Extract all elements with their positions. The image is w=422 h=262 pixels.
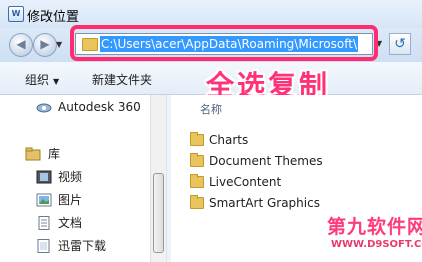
library-icon <box>25 147 41 161</box>
file-name: Charts <box>209 133 249 147</box>
back-arrow-icon[interactable]: ◀ <box>9 33 33 57</box>
organize-menu[interactable]: 组织 ▼ <box>25 71 59 88</box>
sidebar-item-videos[interactable]: 视频 <box>0 167 150 187</box>
folder-icon <box>190 174 204 188</box>
sidebar-item-label: 视频 <box>58 170 83 184</box>
window-title: 修改位置 <box>27 10 80 25</box>
download-icon <box>37 239 50 253</box>
sidebar-item-documents[interactable]: 文档 <box>0 213 150 233</box>
document-icon <box>38 216 50 230</box>
forward-arrow-icon[interactable]: ▶ <box>33 33 57 57</box>
sidebar-item-label: 库 <box>48 147 61 161</box>
sidebar-item-autodesk-360[interactable]: Autodesk 360 <box>0 97 150 117</box>
file-name: SmartArt Graphics <box>209 196 320 210</box>
folder-icon <box>190 195 204 209</box>
watermark-sub-text: WWW.D9SOFT.COM <box>331 239 422 250</box>
app-icon: W <box>8 6 24 22</box>
cloud-icon <box>36 103 52 113</box>
scrollbar-thumb[interactable] <box>153 173 164 253</box>
watermark-logo: 第九软件网 WWW.D9SOFT.COM <box>327 212 422 256</box>
sidebar-item-library[interactable]: 库 <box>0 144 150 164</box>
file-name: Document Themes <box>209 154 323 168</box>
sidebar-item-label: 图片 <box>58 193 83 207</box>
video-icon <box>36 170 52 184</box>
sidebar-scrollbar[interactable] <box>150 95 166 262</box>
history-dropdown-icon[interactable]: ▼ <box>56 40 62 49</box>
organize-label: 组织 <box>25 73 50 87</box>
navigation-pane: Autodesk 360 库 视频 图片 文档 迅雷下载 <box>0 95 165 262</box>
watermark-main-text: 第九软件网 <box>327 216 422 238</box>
folder-icon <box>190 153 204 167</box>
sidebar-item-pictures[interactable]: 图片 <box>0 190 150 210</box>
organize-dropdown-icon: ▼ <box>53 77 60 86</box>
sidebar-item-label: 迅雷下载 <box>58 239 107 253</box>
new-folder-button[interactable]: 新建文件夹 <box>92 71 152 88</box>
address-highlight-box <box>70 25 378 61</box>
column-header-name[interactable]: 名称 <box>200 101 222 117</box>
sidebar-item-label: 文档 <box>58 216 83 230</box>
image-icon <box>36 193 52 207</box>
file-name: LiveContent <box>209 175 282 189</box>
title-bar: W 修改位置 <box>0 0 422 28</box>
refresh-icon[interactable]: ↺ <box>389 33 411 55</box>
folder-icon <box>190 132 204 146</box>
sidebar-item-label: Autodesk 360 <box>58 100 141 114</box>
sidebar-item-thunder-downloads[interactable]: 迅雷下载 <box>0 236 150 256</box>
